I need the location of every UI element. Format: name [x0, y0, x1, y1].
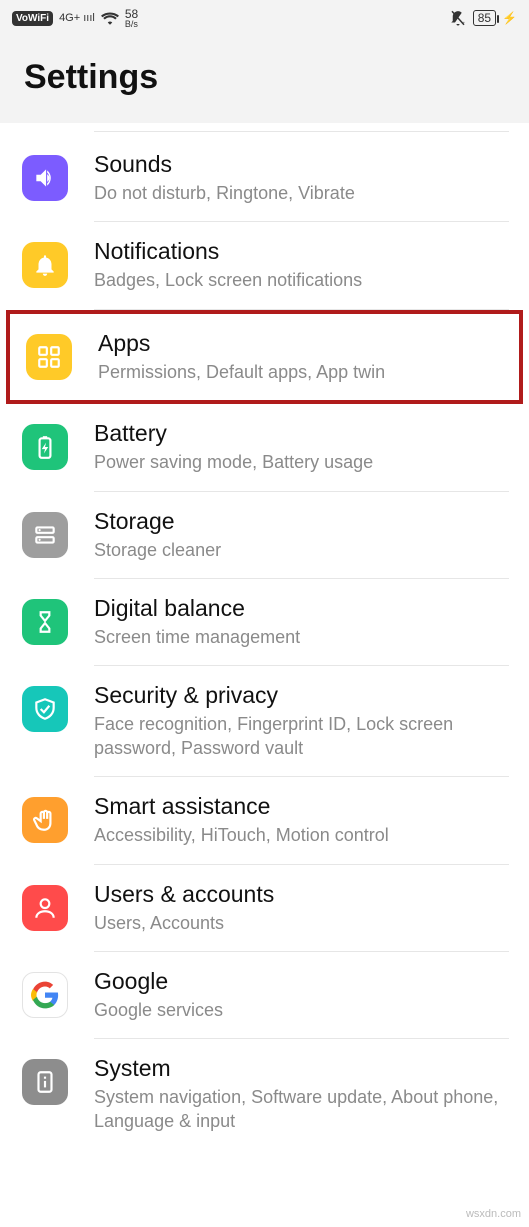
battery-indicator: 85 [473, 10, 496, 26]
item-subtitle: Do not disturb, Ringtone, Vibrate [94, 182, 509, 205]
status-bar: VoWiFi 4G+ ıııl 58B/s 85 ⚡ [0, 0, 529, 36]
network-rate: 58B/s [125, 8, 138, 29]
list-item-apps[interactable]: Apps Permissions, Default apps, App twin [10, 314, 519, 400]
settings-list[interactable]: Sounds Do not disturb, Ringtone, Vibrate… [0, 123, 529, 1149]
list-item-users-accounts[interactable]: Users & accounts Users, Accounts [0, 865, 529, 952]
item-title: Apps [98, 330, 505, 357]
item-subtitle: Face recognition, Fingerprint ID, Lock s… [94, 713, 509, 760]
list-item-notifications[interactable]: Notifications Badges, Lock screen notifi… [0, 222, 529, 309]
page-title: Settings [24, 58, 505, 97]
vowifi-badge: VoWiFi [12, 11, 53, 26]
item-subtitle: Badges, Lock screen notifications [94, 269, 509, 292]
charging-icon: ⚡ [502, 11, 517, 25]
shield-icon [22, 686, 68, 732]
bell-icon [22, 242, 68, 288]
item-title: Sounds [94, 151, 509, 178]
list-item-digital-balance[interactable]: Digital balance Screen time management [0, 579, 529, 666]
status-bar-right: 85 ⚡ [449, 9, 517, 27]
highlight-apps: Apps Permissions, Default apps, App twin [6, 310, 523, 404]
item-title: Security & privacy [94, 682, 509, 709]
watermark: wsxdn.com [466, 1208, 521, 1220]
settings-header: Settings [0, 36, 529, 123]
item-title: Battery [94, 420, 509, 447]
dnd-off-icon [449, 9, 467, 27]
signal-icon: 4G+ ıııl [59, 12, 95, 24]
item-subtitle: Power saving mode, Battery usage [94, 451, 509, 474]
item-title: Notifications [94, 238, 509, 265]
item-title: System [94, 1055, 509, 1082]
item-subtitle: Permissions, Default apps, App twin [98, 361, 505, 384]
list-item-battery[interactable]: Battery Power saving mode, Battery usage [0, 404, 529, 491]
google-icon [22, 972, 68, 1018]
item-title: Google [94, 968, 509, 995]
list-item-security[interactable]: Security & privacy Face recognition, Fin… [0, 666, 529, 777]
list-item-sounds[interactable]: Sounds Do not disturb, Ringtone, Vibrate [0, 135, 529, 222]
item-subtitle: Google services [94, 999, 509, 1022]
storage-icon [22, 512, 68, 558]
list-item[interactable] [0, 123, 529, 135]
hand-icon [22, 797, 68, 843]
item-subtitle: Storage cleaner [94, 539, 509, 562]
list-item-google[interactable]: Google Google services [0, 952, 529, 1039]
status-bar-left: VoWiFi 4G+ ıııl 58B/s [12, 8, 138, 29]
item-title: Storage [94, 508, 509, 535]
list-item-smart-assistance[interactable]: Smart assistance Accessibility, HiTouch,… [0, 777, 529, 864]
hourglass-icon [22, 599, 68, 645]
item-title: Smart assistance [94, 793, 509, 820]
item-subtitle: System navigation, Software update, Abou… [94, 1086, 509, 1133]
item-subtitle: Screen time management [94, 626, 509, 649]
item-subtitle: Users, Accounts [94, 912, 509, 935]
item-title: Users & accounts [94, 881, 509, 908]
battery-icon [22, 424, 68, 470]
item-title: Digital balance [94, 595, 509, 622]
apps-icon [26, 334, 72, 380]
user-icon [22, 885, 68, 931]
item-subtitle: Accessibility, HiTouch, Motion control [94, 824, 509, 847]
list-item-system[interactable]: System System navigation, Software updat… [0, 1039, 529, 1149]
wifi-icon [101, 11, 119, 25]
sound-icon [22, 155, 68, 201]
list-item-storage[interactable]: Storage Storage cleaner [0, 492, 529, 579]
info-icon [22, 1059, 68, 1105]
